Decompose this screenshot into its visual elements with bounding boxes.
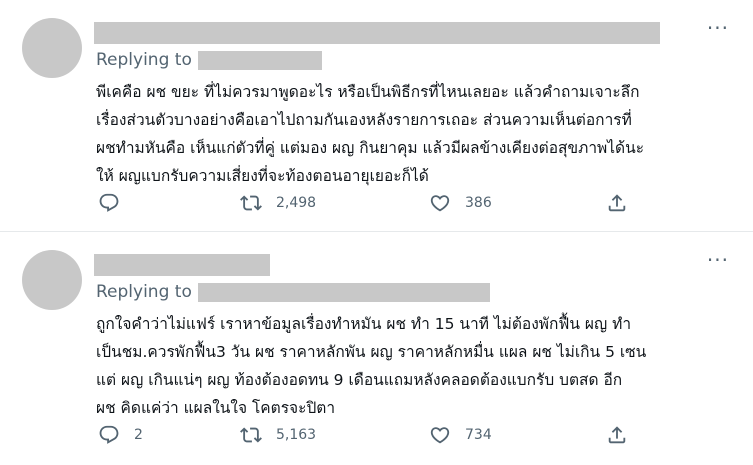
heart-icon xyxy=(429,424,451,446)
like-count: 734 xyxy=(465,427,492,443)
like-button[interactable]: 386 xyxy=(429,192,492,214)
retweet-count: 5,163 xyxy=(276,427,317,443)
share-icon xyxy=(606,424,628,446)
more-icon[interactable]: ··· xyxy=(707,18,729,38)
avatar[interactable] xyxy=(22,250,82,310)
avatar[interactable] xyxy=(22,18,82,78)
tweet-text-line: ถูกใจคำว่าไม่แฟร์ เราหาข้อมูลเรื่องทำหมั… xyxy=(96,315,632,333)
share-button[interactable] xyxy=(606,424,628,446)
reply-icon xyxy=(98,192,120,214)
retweet-button[interactable]: 5,163 xyxy=(240,424,316,446)
like-count: 386 xyxy=(465,195,492,211)
retweet-count: 2,498 xyxy=(276,195,317,211)
tweet-text-line: ผช คิดแค่ว่า แผลในใจ โคตรจะปิตา xyxy=(96,399,336,417)
more-icon[interactable]: ··· xyxy=(707,250,729,270)
retweet-button[interactable]: 2,498 xyxy=(240,192,316,214)
reply-button[interactable]: 2 xyxy=(98,424,143,446)
redacted-display-name xyxy=(94,254,270,276)
replying-to-label: Replying to xyxy=(96,50,192,70)
share-icon xyxy=(606,192,628,214)
tweet-text-line: พีเคคือ ผช ขยะ ที่ไม่ควรมาพูดอะไร หรือเป… xyxy=(96,83,640,101)
replying-to: Replying to xyxy=(96,281,490,303)
share-button[interactable] xyxy=(606,192,628,214)
retweet-icon xyxy=(240,424,262,446)
replying-to: Replying to xyxy=(96,49,322,71)
replying-to-label: Replying to xyxy=(96,282,192,302)
tweet-card[interactable]: ··· Replying to พีเคคือ ผช ขยะ ที่ไม่ควร… xyxy=(0,0,753,232)
tweet-text-line: เรื่องส่วนตัวบางอย่างคือเอาไปถามกันเองหล… xyxy=(96,111,632,129)
like-button[interactable]: 734 xyxy=(429,424,492,446)
heart-icon xyxy=(429,192,451,214)
tweet-text: พีเคคือ ผช ขยะ ที่ไม่ควรมาพูดอะไร หรือเป… xyxy=(96,78,736,190)
reply-button[interactable] xyxy=(98,192,134,214)
tweet-card[interactable]: ··· Replying to ถูกใจคำว่าไม่แฟร์ เราหาข… xyxy=(0,232,753,465)
retweet-icon xyxy=(240,192,262,214)
redacted-display-name xyxy=(94,22,660,44)
action-bar: 2,498 386 xyxy=(96,192,636,214)
tweet-text-line: ให้ ผญแบกรับความเสี่ยงที่จะท้องตอนอายุเย… xyxy=(96,167,429,185)
tweet-text: ถูกใจคำว่าไม่แฟร์ เราหาข้อมูลเรื่องทำหมั… xyxy=(96,310,736,422)
reply-count: 2 xyxy=(134,427,143,443)
tweet-text-line: แต่ ผญ เกินแน่ๆ ผญ ท้องต้องอดทน 9 เดือนแ… xyxy=(96,371,623,389)
redacted-handle[interactable] xyxy=(197,282,490,302)
redacted-handle[interactable] xyxy=(197,50,322,70)
tweet-text-line: ผชทำมหันคือ เห็นแก่ตัวที่คู่ แต่มอง ผญ ก… xyxy=(96,139,645,157)
tweet-text-line: เป็นชม.ควรพักฟื้น3 วัน ผช ราคาหลักพัน ผญ… xyxy=(96,343,647,361)
reply-icon xyxy=(98,424,120,446)
action-bar: 2 5,163 734 xyxy=(96,424,636,446)
